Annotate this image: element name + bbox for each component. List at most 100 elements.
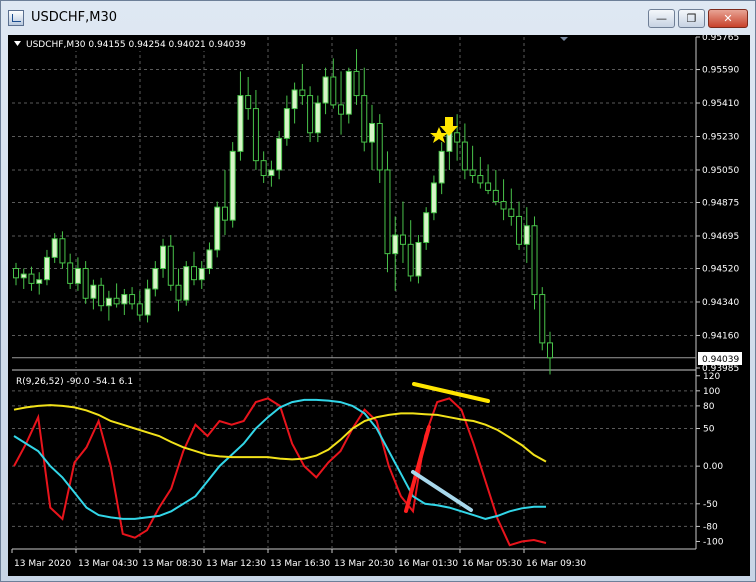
candle-body (330, 76, 337, 106)
price-tick-label: 0.94875 (702, 199, 739, 209)
candle-body (144, 288, 151, 316)
indicator-tick-label: -100 (703, 537, 724, 547)
indicator-tick-label: 100 (703, 387, 720, 397)
candle-body (74, 268, 81, 284)
title-bar[interactable]: USDCHF,M30 — ❐ ✕ (1, 1, 755, 35)
candle-body (322, 76, 329, 104)
indicator-tick-label: 120 (703, 372, 720, 382)
candle-body (59, 238, 66, 264)
annotation-yellow-line (412, 382, 490, 403)
candle-body (82, 268, 89, 299)
candle-body (167, 245, 174, 286)
candle-body (160, 245, 167, 270)
price-tick-label: 0.95590 (702, 66, 739, 76)
candle-body (415, 241, 422, 277)
candle-body (268, 169, 275, 177)
candle-body (338, 104, 345, 115)
chart-canvas[interactable]: 13 Mar 2020 13 Mar 04:30 13 Mar 08:30 13 Ma… (8, 33, 750, 576)
close-button[interactable]: ✕ (708, 9, 748, 28)
candle-body (43, 256, 50, 281)
candle-body (175, 284, 182, 301)
minimize-button[interactable]: — (648, 9, 675, 28)
price-panel-header: USDCHF,M30 0.94155 0.94254 0.94021 0.940… (26, 40, 246, 50)
price-tick-label: 0.95410 (702, 99, 739, 109)
candle-body (198, 268, 205, 281)
candle-body (461, 141, 468, 171)
candle-body (152, 268, 159, 290)
price-tick-label: 0.95050 (702, 166, 739, 176)
price-tick-label: 0.94160 (702, 331, 739, 341)
price-tick-label: 0.94695 (702, 232, 739, 242)
candle-body (430, 182, 437, 214)
candle-body (485, 182, 492, 191)
chart-svg[interactable]: 13 Mar 2020 13 Mar 04:30 13 Mar 08:30 13 Ma… (8, 33, 750, 576)
candle-body (28, 273, 35, 284)
price-tick-label: 0.94520 (702, 265, 739, 275)
indicator-panel-header: R(9,26,52) -90.0 -54.1 6.1 (16, 377, 133, 387)
candle-body (113, 297, 120, 305)
candle-body (353, 70, 360, 97)
candle-body (438, 150, 445, 184)
candle-body (523, 225, 530, 245)
candle-body (252, 108, 259, 162)
candle-body (20, 273, 27, 279)
candle-body (214, 206, 221, 251)
indicator-tick-label: 50 (703, 424, 715, 434)
candle-body (229, 150, 236, 221)
indicator-lines (13, 397, 547, 547)
time-tick-label: 16 Mar 05:30 (462, 559, 522, 569)
candle-body (399, 234, 406, 245)
time-tick-label: 13 Mar 04:30 (78, 559, 138, 569)
candle-body (516, 215, 523, 245)
time-tick-label: 13 Mar 20:30 (334, 559, 394, 569)
annotations (404, 37, 568, 513)
candle-body (291, 89, 298, 110)
price-tick-label: 0.94340 (702, 298, 739, 308)
time-tick-label: 13 Mar 2020 (14, 559, 71, 569)
candle-body (307, 95, 314, 134)
candle-body (13, 268, 19, 279)
time-tick-label: 13 Mar 16:30 (270, 559, 330, 569)
candle-body (500, 201, 507, 210)
current-price-label: 0.94039 (702, 355, 739, 365)
candle-body (384, 169, 391, 255)
time-tick-label: 13 Mar 12:30 (206, 559, 266, 569)
candle-body (454, 132, 461, 143)
window-title: USDCHF,M30 (31, 10, 117, 25)
candle-body (283, 108, 290, 139)
restore-button[interactable]: ❐ (678, 9, 705, 28)
candle-body (376, 122, 383, 171)
candle-body (129, 294, 136, 305)
candle-body (392, 234, 399, 255)
candle-body (121, 294, 128, 305)
chart-window-icon (8, 10, 24, 26)
candle-body (361, 95, 368, 143)
candle-body (221, 206, 228, 221)
candle-body (508, 208, 515, 217)
candle-body (477, 175, 484, 184)
indicator-tick-label: -80 (703, 522, 718, 532)
indicator-tick-label: -50 (703, 500, 718, 510)
candle-body (407, 243, 414, 277)
candles (13, 49, 553, 375)
candle-body (105, 297, 112, 307)
candle-body (67, 262, 74, 284)
scroll-marker-icon (560, 37, 568, 41)
candle-body (260, 160, 267, 177)
candle-body (276, 137, 283, 171)
candle-body (191, 266, 197, 281)
time-tick-label: 13 Mar 08:30 (142, 559, 202, 569)
candle-body (206, 249, 213, 270)
indicator-tick-label: 80 (703, 402, 715, 412)
candle-body (345, 70, 352, 115)
candle-body (90, 284, 97, 299)
candle-body (51, 238, 58, 258)
price-tick-label: 0.95230 (702, 132, 739, 142)
candle-body (245, 95, 252, 110)
candle-body (531, 225, 538, 296)
candle-body (492, 189, 499, 203)
candle-body (183, 266, 190, 301)
candle-body (136, 303, 143, 316)
candle-body (547, 342, 553, 359)
candle-body (539, 294, 546, 344)
